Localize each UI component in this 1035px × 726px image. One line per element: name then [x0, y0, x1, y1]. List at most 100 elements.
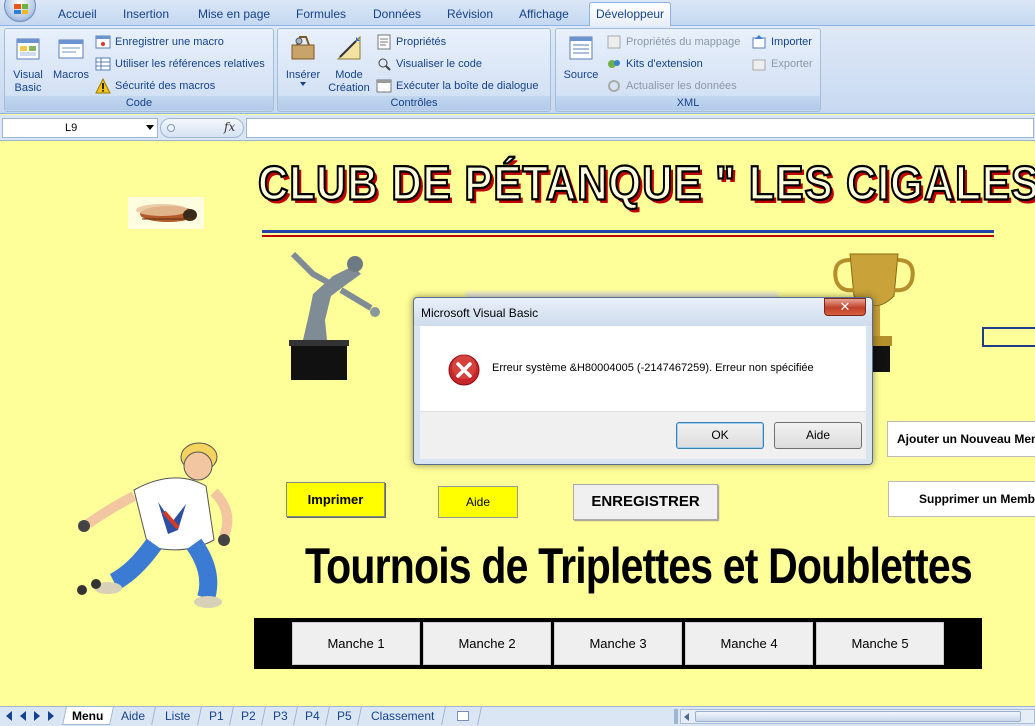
- inserer-label: Insérer: [285, 69, 321, 81]
- record-macro-button[interactable]: Enregistrer une macro: [95, 33, 224, 51]
- visualiser-code-button[interactable]: Visualiser le code: [376, 55, 482, 73]
- importer-button[interactable]: Importer: [751, 33, 812, 51]
- actualiser-label: Actualiser les données: [626, 80, 737, 92]
- sheet-tab-label: Menu: [72, 709, 104, 723]
- macro-security-button[interactable]: Sécurité des macros: [95, 77, 215, 95]
- proprietes-button[interactable]: Propriétés: [376, 33, 446, 51]
- design-mode-icon: [336, 35, 361, 60]
- proprietes-mappage-button[interactable]: Propriétés du mappage: [606, 33, 740, 51]
- ok-button[interactable]: OK: [676, 422, 764, 449]
- sheet-tab-p4[interactable]: P4: [296, 707, 330, 725]
- tab-split-handle[interactable]: [674, 709, 678, 724]
- formula-input[interactable]: [246, 118, 1034, 138]
- visual-basic-icon: [16, 38, 40, 60]
- manche-3-button[interactable]: Manche 3: [554, 622, 682, 665]
- sheet-tab-p5[interactable]: P5: [328, 707, 362, 725]
- imprimer-button[interactable]: Imprimer: [286, 482, 385, 517]
- exporter-button[interactable]: Exporter: [751, 55, 813, 73]
- last-sheet-icon[interactable]: [48, 711, 54, 721]
- sheet-tab-bar: Menu Aide Liste P1 P2 P3 P4 P5 Classemen…: [0, 706, 1035, 726]
- tab-formules[interactable]: Formules: [290, 5, 352, 26]
- expansion-packs-icon: [608, 60, 620, 68]
- prev-sheet-icon[interactable]: [20, 711, 26, 721]
- name-box[interactable]: L9: [2, 118, 158, 138]
- manche-2-button[interactable]: Manche 2: [423, 622, 551, 665]
- group-xml-label: XML: [556, 96, 820, 110]
- dialog-footer: OK Aide: [420, 411, 866, 459]
- dialog-titlebar[interactable]: Microsoft Visual Basic ✕: [414, 298, 872, 326]
- first-sheet-icon[interactable]: [6, 711, 12, 721]
- mode-creation-label: Mode Création: [328, 69, 370, 94]
- sheet-tab-label: P2: [241, 709, 256, 723]
- kits-extension-label: Kits d'extension: [626, 58, 703, 70]
- aide-button[interactable]: Aide: [438, 486, 518, 518]
- tab-accueil[interactable]: Accueil: [52, 5, 103, 26]
- group-controles: Insérer Mode Création Propriétés Visuali…: [277, 28, 551, 112]
- relative-refs-button[interactable]: Utiliser les références relatives: [95, 55, 265, 73]
- manche-5-button[interactable]: Manche 5: [816, 622, 944, 665]
- inserer-button[interactable]: Insérer: [282, 33, 324, 86]
- petanque-statue-image: [289, 251, 380, 380]
- error-icon: [448, 354, 480, 386]
- sheet-tab-label: P4: [305, 709, 320, 723]
- supprimer-membre-button[interactable]: Supprimer un Membre: [888, 481, 1035, 517]
- office-button[interactable]: [4, 0, 36, 22]
- sheet-tab-p1[interactable]: P1: [200, 707, 234, 725]
- tab-developpeur[interactable]: Développeur: [589, 2, 672, 27]
- dialog-title: Microsoft Visual Basic: [421, 306, 539, 320]
- chevron-down-icon[interactable]: [146, 125, 154, 130]
- sheet-tab-label: Classement: [370, 709, 435, 723]
- insert-sheet-icon: [456, 711, 469, 721]
- relative-refs-label: Utiliser les références relatives: [115, 58, 265, 70]
- club-title: Club de Pétanque " Les Cigales ": [257, 155, 1035, 211]
- sheet-tab-label: P1: [209, 709, 224, 723]
- import-icon: [752, 35, 766, 49]
- tab-donnees[interactable]: Données: [367, 5, 427, 26]
- sheet-tab-aide[interactable]: Aide: [112, 707, 156, 725]
- macros-button[interactable]: Macros: [51, 33, 91, 82]
- sheet-tab-menu[interactable]: Menu: [62, 707, 114, 725]
- tab-mise-en-page[interactable]: Mise en page: [192, 5, 276, 26]
- insert-function-icon[interactable]: fx: [224, 120, 235, 134]
- xml-source-icon: [569, 36, 593, 60]
- horizontal-scrollbar[interactable]: [680, 709, 1035, 724]
- shape-outline[interactable]: [982, 327, 1035, 347]
- insert-sheet-button[interactable]: [444, 707, 482, 725]
- enregistrer-button[interactable]: ENREGISTRER: [573, 484, 718, 520]
- resize-handle-icon[interactable]: [167, 124, 175, 132]
- warning-icon: [95, 78, 111, 94]
- dialog-aide-button[interactable]: Aide: [774, 422, 862, 449]
- sheet-tab-p2[interactable]: P2: [232, 707, 266, 725]
- export-icon: [752, 59, 766, 71]
- map-properties-icon: [607, 35, 621, 49]
- tab-affichage[interactable]: Affichage: [513, 5, 575, 26]
- source-button[interactable]: Source: [562, 33, 600, 82]
- visual-basic-button[interactable]: Visual Basic: [9, 33, 47, 95]
- tab-revision[interactable]: Révision: [441, 5, 499, 26]
- sheet-tab-label: Aide: [121, 709, 146, 723]
- next-sheet-icon[interactable]: [34, 711, 40, 721]
- cicada-image: [128, 197, 204, 229]
- sheet-tab-p3[interactable]: P3: [264, 707, 298, 725]
- mode-creation-button[interactable]: Mode Création: [326, 33, 372, 95]
- scrollbar-thumb[interactable]: [695, 711, 1021, 722]
- manche-4-button[interactable]: Manche 4: [685, 622, 813, 665]
- tab-insertion[interactable]: Insertion: [117, 5, 175, 26]
- macros-icon: [58, 39, 84, 59]
- ribbon-tab-bar: Accueil Insertion Mise en page Formules …: [0, 0, 1035, 27]
- manche-1-button[interactable]: Manche 1: [292, 622, 420, 665]
- relative-refs-icon: [95, 57, 111, 71]
- ajouter-membre-button[interactable]: Ajouter un Nouveau Membre: [887, 421, 1035, 457]
- run-dialog-icon: [376, 79, 392, 93]
- sheet-tab-liste[interactable]: Liste: [154, 707, 202, 725]
- visual-basic-label: Visual Basic: [13, 69, 43, 94]
- kits-extension-button[interactable]: Kits d'extension: [606, 55, 703, 73]
- close-icon[interactable]: ✕: [824, 298, 866, 316]
- executer-dialogue-button[interactable]: Exécuter la boîte de dialogue: [376, 77, 539, 95]
- actualiser-button[interactable]: Actualiser les données: [606, 77, 737, 95]
- scroll-left-icon[interactable]: [684, 713, 689, 721]
- view-code-icon: [378, 58, 391, 71]
- tournois-title: Tournois de Triplettes et Doublettes: [305, 538, 973, 594]
- sheet-tab-classement[interactable]: Classement: [360, 707, 446, 725]
- ribbon: Visual Basic Macros Enregistrer une macr…: [0, 26, 1035, 114]
